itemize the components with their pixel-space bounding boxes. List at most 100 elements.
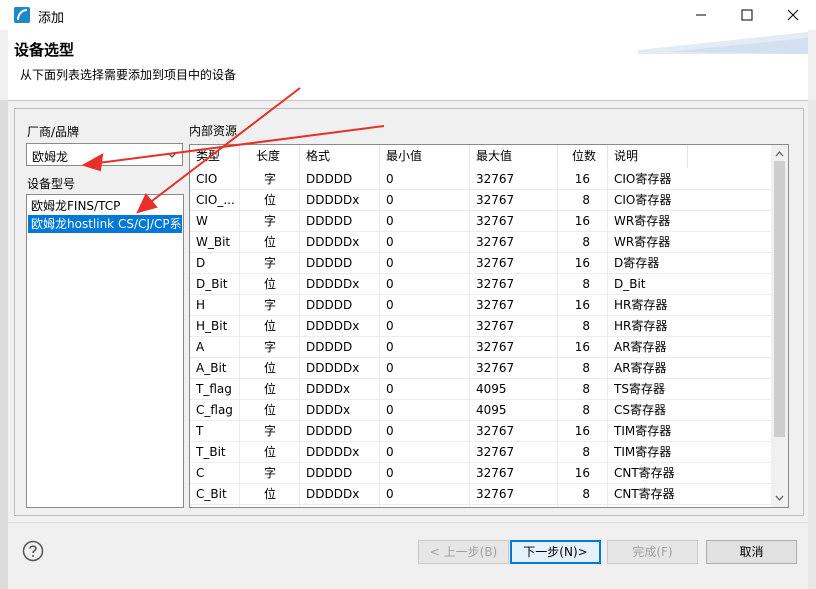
vertical-scrollbar[interactable] (771, 145, 788, 507)
column-header[interactable]: 类型 (190, 145, 240, 168)
table-row[interactable]: A_Bit 位 DDDDDx 0 32767 8 AR寄存器 (190, 358, 772, 379)
table-cell: C (196, 466, 205, 480)
table-cell: 0 (386, 298, 394, 312)
table-cell: 32767 (476, 172, 515, 186)
table-cell: DDDDD (306, 214, 353, 228)
help-icon[interactable] (22, 540, 44, 562)
next-button[interactable]: 下一步(N)> (510, 540, 601, 564)
table-cell: 16 (574, 424, 590, 438)
chevron-down-icon[interactable] (166, 149, 178, 161)
cancel-button[interactable]: 取消 (706, 540, 797, 564)
back-button[interactable]: < 上一步(B) (418, 540, 509, 564)
table-cell: 0 (386, 277, 394, 291)
table-row[interactable]: H 字 DDDDD 0 32767 16 HR寄存器 (190, 295, 772, 316)
table-row[interactable]: W_Bit 位 DDDDDx 0 32767 8 WR寄存器 (190, 232, 772, 253)
table-cell: 8 (582, 235, 590, 249)
table-row[interactable]: T_flag 位 DDDDx 0 4095 8 TS寄存器 (190, 379, 772, 400)
table-cell: DDDDDx (306, 277, 360, 291)
table-row[interactable]: T_Bit 位 DDDDDx 0 32767 8 TIM寄存器 (190, 442, 772, 463)
column-header[interactable]: 说明 (608, 145, 688, 168)
finish-button[interactable]: 完成(F) (607, 540, 698, 564)
column-divider (299, 168, 300, 507)
table-cell: 32767 (476, 277, 515, 291)
table-cell: CS寄存器 (614, 403, 666, 417)
table-row[interactable]: W 字 DDDDD 0 32767 16 WR寄存器 (190, 211, 772, 232)
table-cell: 字 (263, 214, 276, 228)
table-row[interactable]: C_flag 位 DDDDx 0 4095 8 CS寄存器 (190, 400, 772, 421)
list-item[interactable]: 欧姆龙hostlink CS/CJ/CP系 (28, 215, 182, 233)
column-divider (379, 168, 380, 507)
maximize-button[interactable] (724, 0, 770, 30)
table-cell: HR寄存器 (614, 319, 668, 333)
column-header[interactable]: 长度 (240, 145, 300, 168)
list-item[interactable]: 欧姆龙FINS/TCP (28, 197, 182, 215)
table-cell: DDDDD (306, 466, 353, 480)
table-row[interactable]: A 字 DDDDD 0 32767 16 AR寄存器 (190, 337, 772, 358)
table-cell: D_Bit (614, 277, 646, 291)
table-cell: TS寄存器 (614, 382, 665, 396)
footer-separator (8, 522, 808, 523)
table-cell: 位 (263, 277, 276, 291)
background-window-edge (0, 100, 8, 589)
table-cell: 8 (582, 193, 590, 207)
table-cell: 16 (574, 256, 590, 270)
table-cell: DDDDx (306, 382, 351, 396)
table-cell: 位 (263, 403, 276, 417)
page-title: 设备选型 (14, 41, 75, 59)
close-button[interactable] (770, 0, 816, 30)
table-row[interactable]: CIO_... 位 DDDDDx 0 32767 8 CIO寄存器 (190, 190, 772, 211)
column-header[interactable]: 格式 (300, 145, 380, 168)
wizard-header: 设备选型 从下面列表选择需要添加到项目中的设备 (8, 30, 808, 100)
table-cell: D_Bit (196, 277, 228, 291)
table-cell: 32767 (476, 235, 515, 249)
column-header[interactable]: 位数 (558, 145, 608, 168)
table-cell: CIO_... (196, 193, 235, 207)
table-cell: 0 (386, 487, 394, 501)
minimize-icon (696, 14, 706, 16)
table-cell: 32767 (476, 214, 515, 228)
table-row[interactable]: H_Bit 位 DDDDDx 0 32767 8 HR寄存器 (190, 316, 772, 337)
table-cell: 8 (582, 403, 590, 417)
scroll-up-icon[interactable] (774, 148, 785, 160)
column-header[interactable]: 最小值 (380, 145, 470, 168)
table-cell: 32767 (476, 193, 515, 207)
app-logo-icon (14, 7, 30, 23)
table-cell: H_Bit (196, 319, 228, 333)
table-cell: 位 (263, 235, 276, 249)
table-cell: WR寄存器 (614, 214, 671, 228)
table-cell: 0 (386, 214, 394, 228)
table-cell: 0 (386, 172, 394, 186)
table-cell: 0 (386, 319, 394, 333)
resources-label: 内部资源 (189, 124, 238, 138)
table-row[interactable]: D 字 DDDDD 0 32767 16 D寄存器 (190, 253, 772, 274)
table-cell: 字 (263, 172, 276, 186)
table-cell: 16 (574, 214, 590, 228)
column-divider (607, 168, 608, 507)
model-list[interactable]: 欧姆龙FINS/TCP 欧姆龙hostlink CS/CJ/CP系 (26, 194, 184, 508)
table-cell: CNT寄存器 (614, 466, 675, 480)
table-cell: 0 (386, 361, 394, 375)
scroll-down-icon[interactable] (774, 492, 785, 504)
table-cell: CIO (196, 172, 218, 186)
table-row[interactable]: C 字 DDDDD 0 32767 16 CNT寄存器 (190, 463, 772, 484)
column-divider (469, 168, 470, 507)
table-row[interactable]: T 字 DDDDD 0 32767 16 TIM寄存器 (190, 421, 772, 442)
table-cell: 32767 (476, 361, 515, 375)
table-row[interactable]: C_Bit 位 DDDDDx 0 32767 8 CNT寄存器 (190, 484, 772, 505)
column-header[interactable]: 最大值 (470, 145, 558, 168)
table-cell: T_flag (196, 382, 232, 396)
table-cell: CNT寄存器 (614, 487, 675, 501)
scrollbar-thumb[interactable] (774, 161, 785, 437)
table-cell: 字 (263, 466, 276, 480)
table-cell: 0 (386, 403, 394, 417)
resources-table[interactable]: 类型 长度 格式 最小值 最大值 位数 说明 CIO 字 DDDDD 0 32767 16 CIO寄存器… (189, 144, 789, 508)
vendor-select[interactable]: 欧姆龙 (26, 143, 183, 166)
table-cell: 位 (263, 382, 276, 396)
table-cell: 4095 (476, 403, 507, 417)
table-row[interactable]: D_Bit 位 DDDDDx 0 32767 8 D_Bit (190, 274, 772, 295)
table-cell: H (196, 298, 206, 312)
minimize-button[interactable] (678, 0, 724, 30)
table-cell: C_Bit (196, 487, 227, 501)
table-cell: 字 (263, 424, 276, 438)
table-row[interactable]: CIO 字 DDDDD 0 32767 16 CIO寄存器 (190, 169, 772, 190)
